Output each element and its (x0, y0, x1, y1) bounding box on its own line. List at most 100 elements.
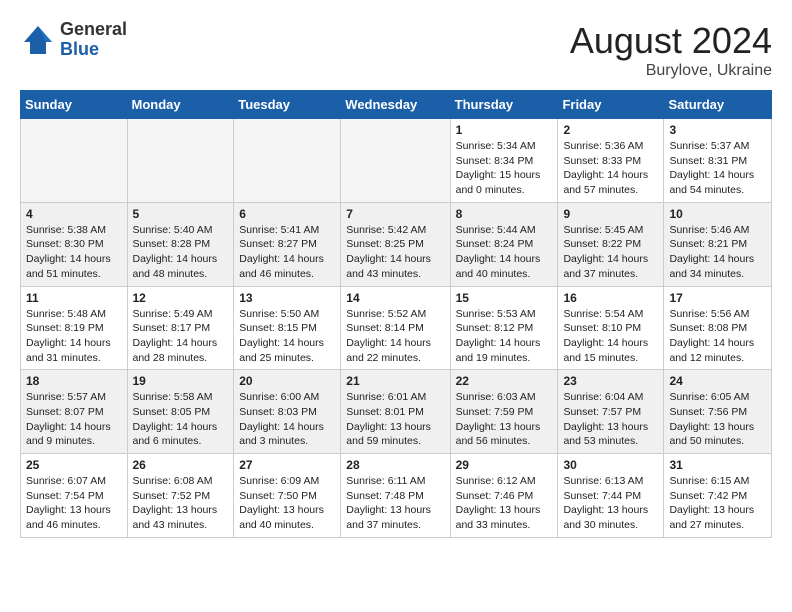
day-info: Sunrise: 5:34 AM Sunset: 8:34 PM Dayligh… (456, 139, 553, 198)
day-info: Sunrise: 5:46 AM Sunset: 8:21 PM Dayligh… (669, 223, 766, 282)
day-number: 18 (26, 374, 122, 388)
day-of-week-header: Monday (127, 91, 234, 119)
calendar-cell: 6Sunrise: 5:41 AM Sunset: 8:27 PM Daylig… (234, 202, 341, 286)
day-number: 30 (563, 458, 658, 472)
calendar-cell: 26 Sunrise: 6:08 AM Sunset: 7:52 PM Dayli… (127, 454, 234, 538)
logo: General Blue (20, 20, 127, 60)
day-info: Sunrise: 6:13 AM Sunset: 7:44 PM Dayligh… (563, 474, 658, 533)
day-number: 8 (456, 207, 553, 221)
day-number: 12 (133, 291, 229, 305)
day-number: 23 (563, 374, 658, 388)
day-info: Sunrise: 6:09 AM Sunset: 7:50 PM Dayligh… (239, 474, 335, 533)
calendar-cell: 21 Sunrise: 6:01 AM Sunset: 8:01 PM Dayli… (341, 370, 450, 454)
day-number: 7 (346, 207, 444, 221)
title-block: August 2024 Burylove, Ukraine (570, 20, 772, 80)
day-number: 13 (239, 291, 335, 305)
calendar-cell: 24 Sunrise: 6:05 AM Sunset: 7:56 PM Dayli… (664, 370, 772, 454)
day-number: 15 (456, 291, 553, 305)
day-info: Sunrise: 5:53 AM Sunset: 8:12 PM Dayligh… (456, 307, 553, 366)
day-number: 3 (669, 123, 766, 137)
day-number: 19 (133, 374, 229, 388)
calendar-cell: 20 Sunrise: 6:00 AM Sunset: 8:03 PM Dayli… (234, 370, 341, 454)
calendar-cell: 9 Sunrise: 5:45 AM Sunset: 8:22 PM Daylig… (558, 202, 664, 286)
day-info: Sunrise: 6:15 AM Sunset: 7:42 PM Dayligh… (669, 474, 766, 533)
month-year-title: August 2024 (570, 20, 772, 62)
calendar-week-row: 4Sunrise: 5:38 AM Sunset: 8:30 PM Daylig… (21, 202, 772, 286)
day-info: Sunrise: 5:36 AM Sunset: 8:33 PM Dayligh… (563, 139, 658, 198)
calendar-cell: 27 Sunrise: 6:09 AM Sunset: 7:50 PM Dayli… (234, 454, 341, 538)
logo-icon (20, 22, 56, 58)
calendar-cell (21, 119, 128, 203)
calendar-cell: 11 Sunrise: 5:48 AM Sunset: 8:19 PM Dayli… (21, 286, 128, 370)
day-number: 20 (239, 374, 335, 388)
calendar-cell (341, 119, 450, 203)
day-of-week-header: Friday (558, 91, 664, 119)
day-info: Sunrise: 5:37 AM Sunset: 8:31 PM Dayligh… (669, 139, 766, 198)
calendar-cell: 8 Sunrise: 5:44 AM Sunset: 8:24 PM Daylig… (450, 202, 558, 286)
day-info: Sunrise: 6:11 AM Sunset: 7:48 PM Dayligh… (346, 474, 444, 533)
calendar-cell (127, 119, 234, 203)
calendar-cell: 1Sunrise: 5:34 AM Sunset: 8:34 PM Daylig… (450, 119, 558, 203)
calendar-table: SundayMondayTuesdayWednesdayThursdayFrid… (20, 90, 772, 538)
day-number: 21 (346, 374, 444, 388)
day-number: 9 (563, 207, 658, 221)
day-info: Sunrise: 5:41 AM Sunset: 8:27 PM Dayligh… (239, 223, 335, 282)
calendar-week-row: 11 Sunrise: 5:48 AM Sunset: 8:19 PM Dayli… (21, 286, 772, 370)
day-info: Sunrise: 5:54 AM Sunset: 8:10 PM Dayligh… (563, 307, 658, 366)
day-of-week-header: Wednesday (341, 91, 450, 119)
calendar-cell: 28 Sunrise: 6:11 AM Sunset: 7:48 PM Dayli… (341, 454, 450, 538)
day-number: 17 (669, 291, 766, 305)
day-number: 28 (346, 458, 444, 472)
calendar-cell: 10 Sunrise: 5:46 AM Sunset: 8:21 PM Dayli… (664, 202, 772, 286)
calendar-cell: 13 Sunrise: 5:50 AM Sunset: 8:15 PM Dayli… (234, 286, 341, 370)
day-info: Sunrise: 6:12 AM Sunset: 7:46 PM Dayligh… (456, 474, 553, 533)
logo-blue-text: Blue (60, 40, 127, 60)
day-info: Sunrise: 5:58 AM Sunset: 8:05 PM Dayligh… (133, 390, 229, 449)
day-info: Sunrise: 5:57 AM Sunset: 8:07 PM Dayligh… (26, 390, 122, 449)
calendar-cell: 25Sunrise: 6:07 AM Sunset: 7:54 PM Dayli… (21, 454, 128, 538)
day-info: Sunrise: 6:00 AM Sunset: 8:03 PM Dayligh… (239, 390, 335, 449)
day-number: 14 (346, 291, 444, 305)
day-info: Sunrise: 5:45 AM Sunset: 8:22 PM Dayligh… (563, 223, 658, 282)
calendar-cell: 3 Sunrise: 5:37 AM Sunset: 8:31 PM Daylig… (664, 119, 772, 203)
logo-general-text: General (60, 20, 127, 40)
day-number: 11 (26, 291, 122, 305)
day-info: Sunrise: 5:48 AM Sunset: 8:19 PM Dayligh… (26, 307, 122, 366)
calendar-header-row: SundayMondayTuesdayWednesdayThursdayFrid… (21, 91, 772, 119)
day-number: 16 (563, 291, 658, 305)
day-info: Sunrise: 5:42 AM Sunset: 8:25 PM Dayligh… (346, 223, 444, 282)
day-number: 22 (456, 374, 553, 388)
day-info: Sunrise: 5:40 AM Sunset: 8:28 PM Dayligh… (133, 223, 229, 282)
calendar-cell: 19 Sunrise: 5:58 AM Sunset: 8:05 PM Dayli… (127, 370, 234, 454)
day-number: 27 (239, 458, 335, 472)
day-number: 29 (456, 458, 553, 472)
day-number: 24 (669, 374, 766, 388)
day-info: Sunrise: 6:01 AM Sunset: 8:01 PM Dayligh… (346, 390, 444, 449)
day-number: 4 (26, 207, 122, 221)
calendar-cell: 4Sunrise: 5:38 AM Sunset: 8:30 PM Daylig… (21, 202, 128, 286)
page-header: General Blue August 2024 Burylove, Ukrai… (20, 20, 772, 80)
day-number: 26 (133, 458, 229, 472)
day-number: 31 (669, 458, 766, 472)
day-info: Sunrise: 5:50 AM Sunset: 8:15 PM Dayligh… (239, 307, 335, 366)
day-of-week-header: Thursday (450, 91, 558, 119)
calendar-cell: 30 Sunrise: 6:13 AM Sunset: 7:44 PM Dayli… (558, 454, 664, 538)
calendar-cell: 2 Sunrise: 5:36 AM Sunset: 8:33 PM Daylig… (558, 119, 664, 203)
day-info: Sunrise: 6:08 AM Sunset: 7:52 PM Dayligh… (133, 474, 229, 533)
day-of-week-header: Saturday (664, 91, 772, 119)
day-info: Sunrise: 6:04 AM Sunset: 7:57 PM Dayligh… (563, 390, 658, 449)
calendar-cell: 12 Sunrise: 5:49 AM Sunset: 8:17 PM Dayli… (127, 286, 234, 370)
day-info: Sunrise: 6:05 AM Sunset: 7:56 PM Dayligh… (669, 390, 766, 449)
calendar-week-row: 18 Sunrise: 5:57 AM Sunset: 8:07 PM Dayli… (21, 370, 772, 454)
day-number: 2 (563, 123, 658, 137)
calendar-cell: 22Sunrise: 6:03 AM Sunset: 7:59 PM Dayli… (450, 370, 558, 454)
day-info: Sunrise: 5:49 AM Sunset: 8:17 PM Dayligh… (133, 307, 229, 366)
calendar-cell (234, 119, 341, 203)
day-info: Sunrise: 5:44 AM Sunset: 8:24 PM Dayligh… (456, 223, 553, 282)
calendar-cell: 5 Sunrise: 5:40 AM Sunset: 8:28 PM Daylig… (127, 202, 234, 286)
calendar-cell: 29 Sunrise: 6:12 AM Sunset: 7:46 PM Dayli… (450, 454, 558, 538)
day-number: 5 (133, 207, 229, 221)
day-info: Sunrise: 5:52 AM Sunset: 8:14 PM Dayligh… (346, 307, 444, 366)
day-number: 10 (669, 207, 766, 221)
calendar-week-row: 25Sunrise: 6:07 AM Sunset: 7:54 PM Dayli… (21, 454, 772, 538)
